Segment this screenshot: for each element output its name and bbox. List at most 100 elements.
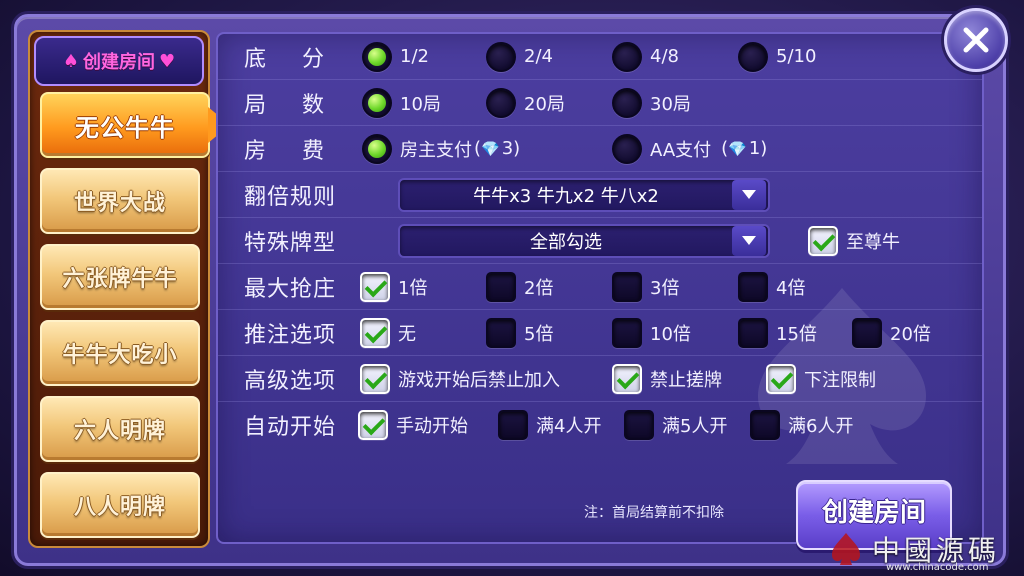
option-label: 满6人开 bbox=[788, 416, 854, 437]
cost-prefix: ( bbox=[474, 138, 482, 159]
radio-button[interactable] bbox=[612, 87, 642, 118]
row-special-hands: 特殊牌型 全部勾选 至尊牛 bbox=[218, 218, 982, 264]
diamond-icon: 💎 bbox=[481, 139, 500, 158]
close-button[interactable] bbox=[944, 8, 1008, 72]
row-label: 推注选项 bbox=[244, 322, 337, 348]
push-bet-option-10[interactable]: 10倍 bbox=[612, 317, 691, 348]
game-mode-label: 无公牛牛 bbox=[75, 113, 175, 142]
multiplier-rule-dropdown[interactable]: 牛牛x3 牛九x2 牛八x2 bbox=[398, 177, 770, 212]
base-score-option-2[interactable]: 2/4 bbox=[486, 41, 553, 72]
checkbox[interactable] bbox=[360, 317, 390, 348]
option-label: 手动开始 bbox=[396, 416, 468, 437]
max-bid-option-4[interactable]: 4倍 bbox=[738, 271, 805, 302]
radio-button[interactable] bbox=[612, 133, 642, 164]
option-label: AA支付 bbox=[650, 139, 712, 161]
chevron-down-icon[interactable] bbox=[732, 225, 766, 256]
checkbox[interactable] bbox=[358, 410, 388, 440]
game-mode-label: 世界大战 bbox=[73, 191, 166, 216]
advanced-option-no-rub[interactable]: 禁止搓牌 bbox=[612, 363, 722, 394]
option-label: 10局 bbox=[400, 93, 441, 115]
dialog-title: ♠ 创建房间 ♥ bbox=[34, 36, 204, 86]
game-mode-label: 牛牛大吃小 bbox=[62, 343, 178, 368]
game-mode-button-dachixiao[interactable]: 牛牛大吃小 bbox=[40, 320, 200, 386]
close-icon bbox=[963, 27, 989, 53]
checkbox[interactable] bbox=[612, 363, 642, 394]
radio-button[interactable] bbox=[362, 41, 392, 72]
auto-start-option-4[interactable]: 满4人开 bbox=[498, 410, 601, 440]
diamond-icon: 💎 bbox=[728, 139, 747, 158]
row-label: 最大抢庄 bbox=[244, 276, 337, 302]
row-base-score: 底分 1/2 2/4 4/8 5/10 bbox=[218, 34, 982, 80]
option-label: 满5人开 bbox=[662, 416, 728, 437]
checkbox[interactable] bbox=[738, 317, 768, 348]
game-mode-button-liuren[interactable]: 六人明牌 bbox=[40, 396, 200, 462]
radio-button[interactable] bbox=[738, 41, 768, 72]
option-label: 满4人开 bbox=[536, 416, 602, 437]
radio-button[interactable] bbox=[486, 87, 516, 118]
checkbox[interactable] bbox=[738, 271, 768, 302]
checkbox[interactable] bbox=[808, 225, 838, 256]
advanced-option-no-join[interactable]: 游戏开始后禁止加入 bbox=[360, 363, 560, 394]
room-fee-option-aa[interactable]: AA支付 ( 💎 1) bbox=[612, 133, 768, 164]
rounds-option-3[interactable]: 30局 bbox=[612, 87, 691, 118]
base-score-option-3[interactable]: 4/8 bbox=[612, 41, 679, 72]
option-label: 5倍 bbox=[524, 323, 554, 345]
auto-start-option-manual[interactable]: 手动开始 bbox=[358, 410, 468, 440]
checkbox[interactable] bbox=[612, 317, 642, 348]
game-mode-label: 六张牌牛牛 bbox=[62, 267, 178, 292]
game-mode-button-shijie[interactable]: 世界大战 bbox=[40, 168, 200, 234]
option-label: 至尊牛 bbox=[846, 231, 900, 253]
push-bet-option-20[interactable]: 20倍 bbox=[852, 317, 931, 348]
auto-start-option-5[interactable]: 满5人开 bbox=[624, 410, 727, 440]
row-advanced: 高级选项 游戏开始后禁止加入 禁止搓牌 下注限制 bbox=[218, 356, 982, 402]
rounds-option-2[interactable]: 20局 bbox=[486, 87, 565, 118]
checkbox[interactable] bbox=[360, 271, 390, 302]
room-fee-option-owner[interactable]: 房主支付 ( 💎 3) bbox=[362, 133, 520, 164]
push-bet-option-5[interactable]: 5倍 bbox=[486, 317, 554, 348]
radio-button[interactable] bbox=[362, 87, 392, 118]
settings-panel: 底分 1/2 2/4 4/8 5/10 局数 10局 20局 30局 房费 房主… bbox=[216, 32, 984, 544]
auto-start-option-6[interactable]: 满6人开 bbox=[750, 410, 853, 440]
checkbox[interactable] bbox=[766, 363, 796, 394]
checkbox[interactable] bbox=[624, 410, 654, 440]
chevron-down-icon[interactable] bbox=[732, 179, 766, 210]
radio-button[interactable] bbox=[612, 41, 642, 72]
option-label: 2倍 bbox=[524, 277, 554, 299]
dialog-title-text: 创建房间 bbox=[83, 52, 155, 73]
base-score-option-1[interactable]: 1/2 bbox=[362, 41, 429, 72]
push-bet-option-none[interactable]: 无 bbox=[360, 317, 416, 348]
spade-icon: ♠ bbox=[62, 50, 79, 72]
checkbox[interactable] bbox=[750, 410, 780, 440]
checkbox[interactable] bbox=[612, 271, 642, 302]
row-label: 局数 bbox=[244, 92, 361, 118]
game-mode-button-liuzhang[interactable]: 六张牌牛牛 bbox=[40, 244, 200, 310]
radio-button[interactable] bbox=[486, 41, 516, 72]
row-auto-start: 自动开始 手动开始 满4人开 满5人开 满6人开 bbox=[218, 402, 982, 448]
max-bid-option-2[interactable]: 2倍 bbox=[486, 271, 554, 302]
option-label: 禁止搓牌 bbox=[650, 369, 722, 391]
max-bid-option-1[interactable]: 1倍 bbox=[360, 271, 427, 302]
dropdown-value: 牛牛x3 牛九x2 牛八x2 bbox=[473, 185, 659, 207]
game-mode-button-baren[interactable]: 八人明牌 bbox=[40, 472, 200, 538]
advanced-option-bet-limit[interactable]: 下注限制 bbox=[766, 363, 876, 394]
checkbox[interactable] bbox=[852, 317, 882, 348]
base-score-option-4[interactable]: 5/10 bbox=[738, 41, 816, 72]
special-hands-dropdown[interactable]: 全部勾选 bbox=[398, 223, 770, 258]
max-bid-option-3[interactable]: 3倍 bbox=[612, 271, 679, 302]
row-label: 房费 bbox=[244, 138, 361, 164]
checkbox[interactable] bbox=[486, 317, 516, 348]
special-hands-zhizun[interactable]: 至尊牛 bbox=[808, 225, 900, 256]
game-mode-button-wugong[interactable]: 无公牛牛 bbox=[40, 92, 210, 158]
option-label: 2/4 bbox=[524, 46, 553, 67]
heart-icon: ♥ bbox=[159, 50, 176, 72]
footer-note: 注：首局结算前不扣除 bbox=[584, 505, 724, 521]
radio-button[interactable] bbox=[362, 133, 392, 164]
checkbox[interactable] bbox=[498, 410, 528, 440]
checkbox[interactable] bbox=[360, 363, 390, 394]
push-bet-option-15[interactable]: 15倍 bbox=[738, 317, 817, 348]
checkbox[interactable] bbox=[486, 271, 516, 302]
option-label: 20倍 bbox=[890, 323, 931, 345]
rounds-option-1[interactable]: 10局 bbox=[362, 87, 441, 118]
option-label: 20局 bbox=[524, 93, 565, 115]
cost-value: 1) bbox=[748, 138, 768, 159]
